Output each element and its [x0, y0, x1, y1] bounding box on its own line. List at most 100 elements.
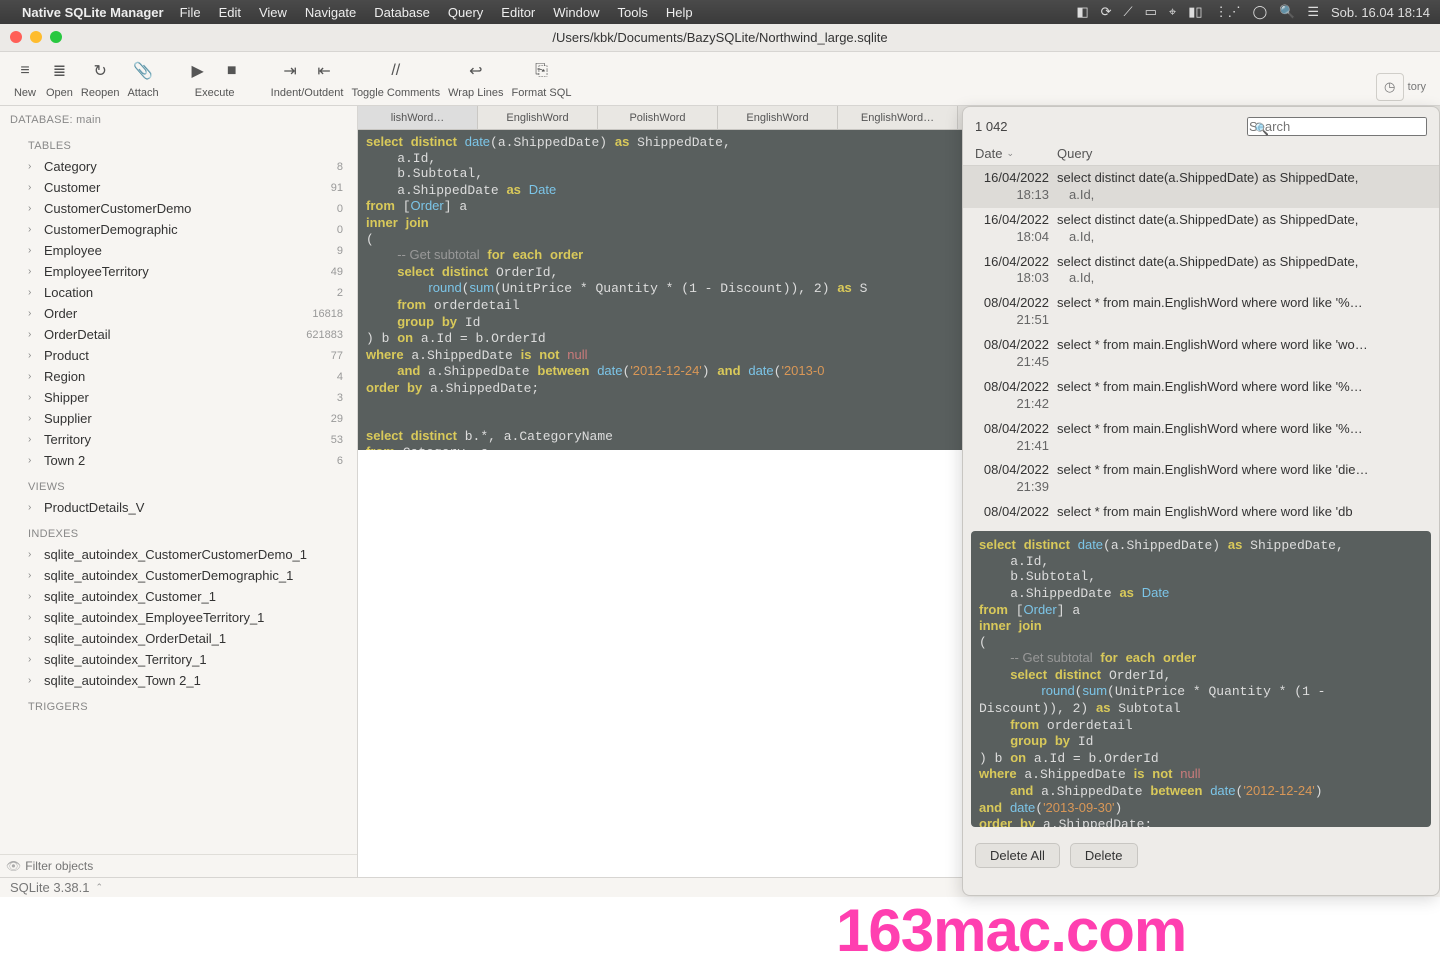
history-search-input[interactable] [1247, 117, 1427, 136]
chevron-down-icon: ⌄ [1006, 148, 1014, 159]
new-button[interactable]: ≡New [8, 57, 42, 101]
history-row[interactable]: 16/04/202218:13select distinct date(a.Sh… [963, 166, 1439, 208]
spotlight-icon[interactable]: 🔍 [1279, 4, 1295, 20]
history-row[interactable]: 08/04/202221:51select * from main.Englis… [963, 291, 1439, 333]
history-row[interactable]: 08/04/202221:42select * from main.Englis… [963, 375, 1439, 417]
tree-item[interactable]: ›Category8 [0, 156, 357, 177]
wifi-icon[interactable]: ⋮⋰ [1215, 4, 1241, 20]
execute-button[interactable]: ▶■Execute [181, 57, 249, 101]
wrap-lines-button[interactable]: ↩Wrap Lines [444, 57, 507, 101]
open-icon: ≣ [46, 60, 72, 82]
menu-edit[interactable]: Edit [219, 5, 241, 20]
display-icon[interactable]: ▭ [1145, 4, 1157, 20]
editor-tab[interactable]: PolishWord [598, 106, 718, 129]
bluetooth-icon[interactable]: ⌖ [1169, 4, 1176, 20]
tree-item[interactable]: ›CustomerDemographic0 [0, 219, 357, 240]
chevron-right-icon: › [28, 675, 38, 686]
chevron-right-icon: › [28, 203, 38, 214]
filter-input[interactable] [25, 859, 351, 873]
history-row[interactable]: 16/04/202218:04select distinct date(a.Sh… [963, 208, 1439, 250]
tree-item[interactable]: ›sqlite_autoindex_Town 2_1 [0, 670, 357, 691]
document-path: /Users/kbk/Documents/BazySQLite/Northwin… [552, 30, 887, 45]
sort-query[interactable]: Query [1057, 146, 1427, 161]
maximize-button[interactable] [50, 31, 62, 43]
editor-tab[interactable]: EnglishWord [718, 106, 838, 129]
chevron-right-icon: › [28, 434, 38, 445]
menu-tools[interactable]: Tools [618, 5, 648, 20]
menu-help[interactable]: Help [666, 5, 693, 20]
open-button[interactable]: ≣Open [42, 57, 77, 101]
chevron-icon[interactable]: ⌃ [96, 882, 104, 893]
editor-tab[interactable]: EnglishWord… [838, 106, 958, 129]
tree-item[interactable]: ›Shipper3 [0, 387, 357, 408]
history-row[interactable]: 16/04/202218:03select distinct date(a.Sh… [963, 250, 1439, 292]
app-name[interactable]: Native SQLite Manager [22, 5, 164, 20]
reopen-button[interactable]: ↻Reopen [77, 57, 124, 101]
tree-item[interactable]: ›OrderDetail621883 [0, 324, 357, 345]
chevron-right-icon: › [28, 371, 38, 382]
toggle-comments-button[interactable]: //Toggle Comments [347, 57, 444, 101]
menu-view[interactable]: View [259, 5, 287, 20]
tree-item[interactable]: ›Customer91 [0, 177, 357, 198]
docker-icon[interactable]: ◧ [1076, 4, 1088, 20]
tree-item[interactable]: ›sqlite_autoindex_CustomerDemographic_1 [0, 565, 357, 586]
battery-icon[interactable]: ▮▯ [1188, 4, 1202, 20]
tree-item[interactable]: ›Territory53 [0, 429, 357, 450]
tree-item[interactable]: ›Town 26 [0, 450, 357, 471]
history-list[interactable]: 16/04/202218:13select distinct date(a.Sh… [963, 166, 1439, 525]
user-icon[interactable]: ◯ [1253, 4, 1268, 20]
sync-icon[interactable]: ⟳ [1101, 4, 1112, 20]
chevron-right-icon: › [28, 591, 38, 602]
tree-item[interactable]: ›sqlite_autoindex_Customer_1 [0, 586, 357, 607]
menu-file[interactable]: File [180, 5, 201, 20]
tree-item[interactable]: ›Product77 [0, 345, 357, 366]
menu-navigate[interactable]: Navigate [305, 5, 356, 20]
play-icon: ▶ [185, 60, 211, 82]
chevron-right-icon: › [28, 224, 38, 235]
close-button[interactable] [10, 31, 22, 43]
chevron-right-icon: › [28, 633, 38, 644]
sort-date[interactable]: Date [975, 146, 1002, 161]
history-row[interactable]: 08/04/202221:45select * from main.Englis… [963, 333, 1439, 375]
tree-item[interactable]: ›Location2 [0, 282, 357, 303]
menu-editor[interactable]: Editor [501, 5, 535, 20]
clock[interactable]: Sob. 16.04 18:14 [1331, 5, 1430, 20]
format-sql-button[interactable]: ⎘Format SQL [508, 57, 576, 101]
menu-database[interactable]: Database [374, 5, 430, 20]
control-center-icon[interactable]: ☰ [1307, 4, 1319, 20]
tree-item[interactable]: ›sqlite_autoindex_EmployeeTerritory_1 [0, 607, 357, 628]
history-row[interactable]: 08/04/2022select * from main EnglishWord… [963, 500, 1439, 525]
history-row[interactable]: 08/04/202221:39select * from main.Englis… [963, 458, 1439, 500]
history-panel: 1 042 🔍 Date⌄ Query 16/04/202218:13selec… [962, 106, 1440, 896]
search-icon: 🔍 [1254, 122, 1269, 136]
tree-item[interactable]: ›CustomerCustomerDemo0 [0, 198, 357, 219]
indexes-section: INDEXES [0, 518, 357, 544]
chevron-right-icon: › [28, 612, 38, 623]
editor-tab[interactable]: EnglishWord [478, 106, 598, 129]
tree-item[interactable]: ›sqlite_autoindex_Territory_1 [0, 649, 357, 670]
tree-item[interactable]: ›ProductDetails_V [0, 497, 357, 518]
minimize-button[interactable] [30, 31, 42, 43]
tree-item[interactable]: ›sqlite_autoindex_OrderDetail_1 [0, 628, 357, 649]
editor-area: lishWord…EnglishWordPolishWordEnglishWor… [358, 106, 1440, 877]
attach-button[interactable]: 📎Attach [123, 57, 162, 101]
tree-item[interactable]: ›Order16818 [0, 303, 357, 324]
comment-icon: // [383, 60, 409, 82]
tree-item[interactable]: ›Supplier29 [0, 408, 357, 429]
delete-all-button[interactable]: Delete All [975, 843, 1060, 868]
tree-item[interactable]: ›sqlite_autoindex_CustomerCustomerDemo_1 [0, 544, 357, 565]
object-tree[interactable]: TABLES ›Category8›Customer91›CustomerCus… [0, 130, 357, 854]
tree-item[interactable]: ›EmployeeTerritory49 [0, 261, 357, 282]
tree-item[interactable]: ›Region4 [0, 366, 357, 387]
tree-item[interactable]: ›Employee9 [0, 240, 357, 261]
menu-query[interactable]: Query [448, 5, 483, 20]
menu-window[interactable]: Window [553, 5, 599, 20]
editor-tab[interactable]: lishWord… [358, 106, 478, 129]
new-icon: ≡ [12, 60, 38, 82]
disabled-icon[interactable]: ⟋ [1124, 4, 1133, 20]
history-button[interactable]: ◷ [1376, 73, 1404, 101]
history-row[interactable]: 08/04/202221:41select * from main.Englis… [963, 417, 1439, 459]
indent-button[interactable]: ⇥⇤Indent/Outdent [267, 57, 348, 101]
delete-button[interactable]: Delete [1070, 843, 1138, 868]
chevron-right-icon: › [28, 654, 38, 665]
